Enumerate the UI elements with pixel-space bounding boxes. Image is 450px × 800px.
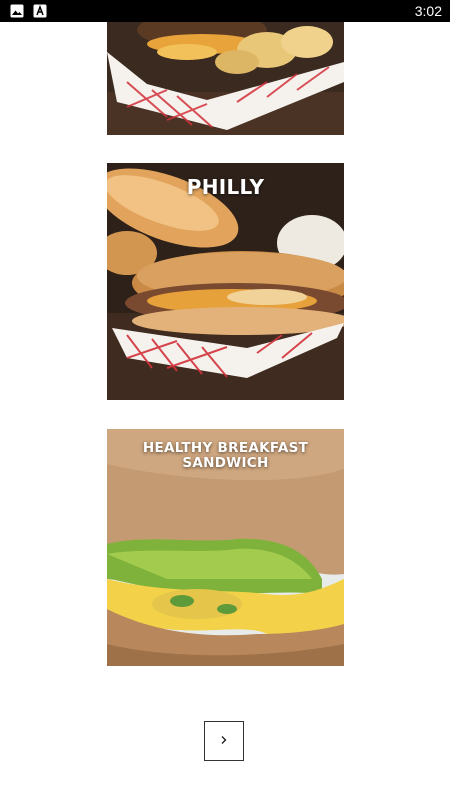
recipe-card[interactable]: HEALTHY BREAKFAST SANDWICH [107, 429, 344, 666]
recipe-card[interactable]: PHILLY [107, 163, 344, 400]
image-icon [10, 4, 24, 18]
recipe-image [107, 22, 344, 135]
recipe-title: PHILLY [186, 175, 265, 199]
recipe-card[interactable] [107, 22, 344, 135]
app-icon [33, 4, 47, 18]
recipe-title: HEALTHY BREAKFAST SANDWICH [142, 440, 309, 471]
status-bar: 3:02 [0, 0, 450, 22]
next-page-button[interactable] [204, 721, 244, 761]
chevron-right-icon [219, 732, 229, 750]
status-time: 3:02 [414, 3, 442, 19]
